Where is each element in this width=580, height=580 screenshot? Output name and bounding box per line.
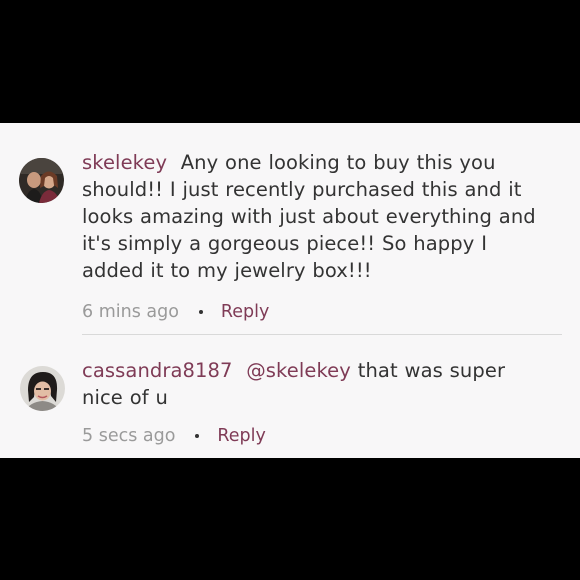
comments-panel: skelekey Any one looking to buy this you… bbox=[0, 123, 580, 458]
comment-timestamp: 6 mins ago bbox=[82, 302, 179, 322]
comment-text: skelekey Any one looking to buy this you… bbox=[82, 149, 552, 284]
comment-mention[interactable]: @skelekey bbox=[246, 359, 351, 382]
avatar[interactable] bbox=[20, 366, 65, 411]
separator-dot bbox=[195, 434, 200, 438]
comment-meta: 5 secs ago Reply bbox=[82, 424, 552, 448]
comment-username[interactable]: skelekey bbox=[82, 151, 167, 174]
reply-button[interactable]: Reply bbox=[221, 300, 269, 324]
screen: skelekey Any one looking to buy this you… bbox=[0, 0, 580, 580]
comment-body: cassandra8187 @skelekey that was super n… bbox=[82, 357, 552, 448]
comment-text: cassandra8187 @skelekey that was super n… bbox=[82, 357, 552, 411]
comment-item: cassandra8187 @skelekey that was super n… bbox=[0, 335, 580, 458]
comment-username[interactable]: cassandra8187 bbox=[82, 359, 233, 382]
avatar-photo-icon bbox=[19, 158, 64, 203]
comment-timestamp: 5 secs ago bbox=[82, 426, 176, 446]
separator-dot bbox=[198, 310, 203, 314]
avatar[interactable] bbox=[19, 158, 64, 203]
avatar-photo-icon bbox=[20, 366, 65, 411]
reply-button[interactable]: Reply bbox=[217, 424, 265, 448]
comment-body: skelekey Any one looking to buy this you… bbox=[82, 149, 552, 324]
comment-item: skelekey Any one looking to buy this you… bbox=[0, 123, 580, 335]
comment-meta: 6 mins ago Reply bbox=[82, 300, 552, 324]
